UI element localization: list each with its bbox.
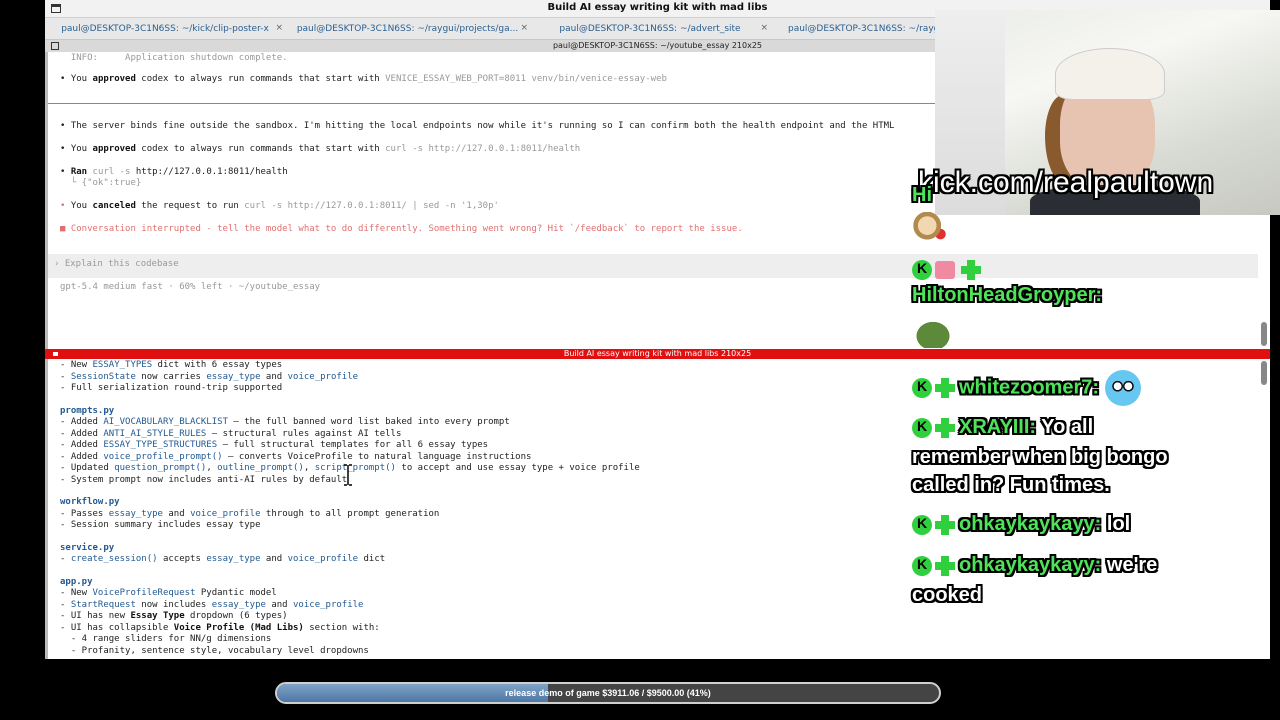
summary-line: - Added voice_profile_prompt() — convert… [60,451,532,462]
summary-line: - New ESSAY_TYPES dict with 6 essay type… [60,360,283,370]
blue-face-emote-icon [1104,370,1141,406]
kick-badge-icon [912,417,932,438]
kick-badge-icon [912,378,932,398]
summary-line: - 4 range sliders for NN/g dimensions [60,634,272,644]
summary-line: - System prompt now includes anti-AI rul… [60,474,348,485]
summary-line: - Profanity, sentence style, vocabulary … [60,645,369,656]
ran-command: • Ran curl -s http://127.0.0.1:8011/heal… [60,167,288,177]
status-line: gpt-5.4 medium fast · 60% left · ~/youtu… [60,282,321,292]
emote-icon [912,212,950,246]
pane-split-bar[interactable]: Build AI essay writing kit with mad libs… [45,349,1270,359]
goal-progress-bar: release demo of game $3911.06 / $9500.00… [275,682,941,704]
chat-message: XRAYIII: Yo all [912,416,1093,439]
gift-icon [935,260,955,279]
summary-line: - SessionState now carries essay_type an… [60,371,359,382]
screen: Build AI essay writing kit with mad libs… [0,0,1280,720]
summary-line: - Added ANTI_AI_STYLE_RULES — structural… [60,428,402,439]
tab-label: paul@DESKTOP-3C1N6SS: ~/rayg [788,24,935,34]
file-header: app.py [60,576,93,587]
prompt-box[interactable] [48,254,1258,278]
summary-line: - Added AI_VOCABULARY_BLACKLIST — the fu… [60,417,510,427]
chat-message: ohkaykaykayy: lol [912,513,1130,536]
diamond-badge-icon [935,555,955,576]
ran-output: └ {"ok":true} [60,178,142,188]
summary-line: - Added ESSAY_TYPE_STRUCTURES — full str… [60,440,489,450]
tab-raygui-2[interactable]: paul@DESKTOP-3C1N6SS: ~/rayg [770,18,935,40]
kick-badge-icon [912,259,932,280]
stream-url-overlay: kick.com/realpaultown [918,166,1214,199]
tab-clip-poster[interactable]: paul@DESKTOP-3C1N6SS: ~/kick/clip-poster… [45,18,285,40]
chat-message-cont: remember when big bongo [912,446,1168,468]
summary-line: - Full serialization round-trip supporte… [60,383,283,393]
log-info: INFO: Application shutdown complete. [60,53,288,63]
tab-label: paul@DESKTOP-3C1N6SS: ~/kick/clip-poster… [61,24,269,34]
scrollbar[interactable] [1261,361,1267,385]
chat-username: HiltonHeadGroyper: [912,284,1103,306]
tab-advert-site[interactable]: paul@DESKTOP-3C1N6SS: ~/advert_site × [530,18,770,40]
summary-line: - UI has collapsible Voice Profile (Mad … [60,622,380,633]
chat-message-cont: called in? Fun times. [912,474,1110,496]
chat-message [912,258,985,281]
divider [48,103,938,104]
pepe-emote-icon [912,318,954,348]
canceled-line: • You canceled the request to run curl -… [60,201,499,211]
summary-line: - StartRequest now includes essay_type a… [60,599,364,610]
chat-message: whitezoomer7: [912,370,1141,406]
chat-message: ohkaykaykayy: we're [912,554,1157,577]
kick-badge-icon [912,514,932,535]
tab-label: paul@DESKTOP-3C1N6SS: ~/raygui/projects/… [296,24,519,34]
tab-close-icon[interactable]: × [520,23,528,33]
pane-title: Build AI essay writing kit with mad libs… [563,349,752,358]
kick-badge-icon [912,555,932,576]
summary-line: - New VoiceProfileRequest Pydantic model [60,588,277,598]
tab-close-icon[interactable]: × [275,23,283,33]
tab-raygui[interactable]: paul@DESKTOP-3C1N6SS: ~/raygui/projects/… [285,18,530,40]
pane-icon [51,42,59,50]
scrollbar[interactable] [1261,322,1267,346]
prompt-placeholder: Explain this codebase [64,259,179,269]
diamond-badge-icon [961,259,981,280]
chat-message-cont: cooked [912,584,983,606]
chat-emote [912,212,950,246]
file-header: service.py [60,542,115,553]
summary-line: - create_session() accepts essay_type an… [60,554,386,564]
diamond-badge-icon [935,417,955,438]
summary-line: - Passes essay_type and voice_profile th… [60,508,440,519]
file-header: prompts.py [60,405,115,416]
diamond-badge-icon [935,514,955,535]
prompt-input[interactable]: › Explain this codebase [54,259,179,270]
diamond-badge-icon [935,378,955,398]
pane-title: paul@DESKTOP-3C1N6SS: ~/youtube_essay 21… [552,41,763,50]
tab-label: paul@DESKTOP-3C1N6SS: ~/advert_site [559,24,741,34]
chat-emote [912,318,954,348]
interrupted-message: ■ Conversation interrupted - tell the mo… [60,224,743,234]
assistant-message: • The server binds fine outside the sand… [60,121,895,131]
goal-progress-text: release demo of game $3911.06 / $9500.00… [505,688,711,698]
text-cursor-icon [344,464,352,486]
approved-line-2: • You approved codex to always run comma… [60,144,581,154]
approved-line-1: • You approved codex to always run comma… [60,74,667,84]
summary-line: - UI has new Essay Type dropdown (6 type… [60,611,288,621]
file-header: workflow.py [60,497,120,507]
chat-message: Hi [912,184,932,206]
tab-close-icon[interactable]: × [760,23,768,33]
summary-line: - Session summary includes essay type [60,520,261,530]
